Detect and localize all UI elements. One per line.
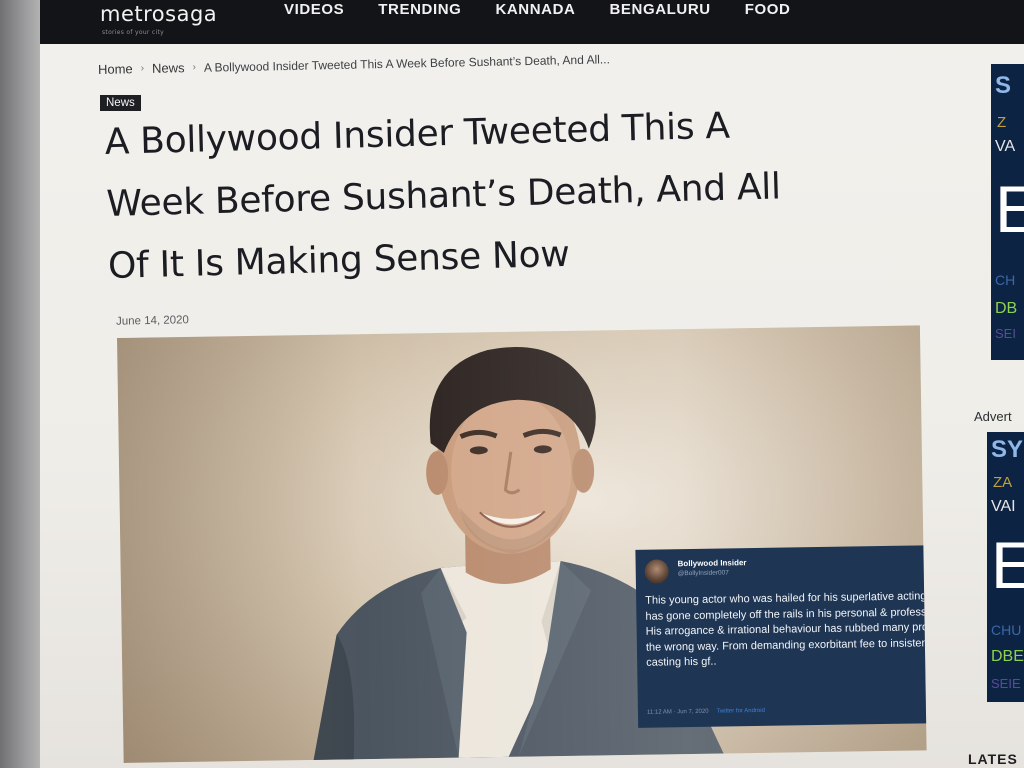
tweet-source-link[interactable]: Twitter for Android (717, 708, 765, 715)
nav-item-videos[interactable]: VIDEOS (284, 0, 344, 22)
tweet-text: This young actor who was hailed for his … (645, 590, 927, 669)
nav-item-kannada[interactable]: KANNADA (495, 0, 575, 22)
monitor-bezel (0, 0, 44, 768)
ad-text: SEI (995, 326, 1016, 341)
breadcrumb-news[interactable]: News (152, 60, 185, 76)
sidebar-ad-bottom[interactable]: SY ZA VAI E CHU DBE SEIE (987, 432, 1024, 702)
chevron-right-icon: › (192, 61, 196, 74)
nav-item-trending[interactable]: TRENDING (378, 0, 461, 22)
nav-item-bengaluru[interactable]: BENGALURU (609, 0, 710, 22)
ad-text: CHU (991, 622, 1022, 638)
article-headline: A Bollywood Insider Tweeted This A Week … (104, 91, 929, 298)
nav-menu: VIDEOS TRENDING KANNADA BENGALURU FOOD (284, 0, 790, 22)
ad-text: DBE (991, 648, 1024, 665)
sidebar-ad-top[interactable]: S Z VA E CH DB SEI (991, 64, 1024, 360)
tweet-card: Bollywood Insider @BollyInsider007 ✕ Thi… (635, 544, 927, 728)
chevron-right-icon: › (140, 63, 145, 75)
breadcrumb-home[interactable]: Home (98, 61, 133, 77)
tweet-author-name: Bollywood Insider (677, 558, 747, 569)
ad-text: Z (997, 114, 1007, 131)
ad-text: E (995, 172, 1024, 246)
breadcrumb: Home › News › A Bollywood Insider Tweete… (98, 51, 610, 77)
featured-image: Bollywood Insider @BollyInsider007 ✕ Thi… (117, 325, 927, 763)
ad-text: SEIE (991, 676, 1021, 691)
tweet-meta: 11:12 AM · Jun 7, 2020 Twitter for Andro… (647, 708, 765, 716)
avatar (644, 559, 669, 584)
nav-item-food[interactable]: FOOD (745, 0, 791, 22)
ad-text: VA (995, 138, 1016, 155)
ad-text: CH (995, 272, 1016, 288)
headline-line: Of It Is Making Sense Now (107, 233, 571, 287)
publish-date: June 14, 2020 (115, 314, 190, 328)
tweet-timestamp: 11:12 AM · Jun 7, 2020 (646, 708, 709, 716)
ad-text: DB (995, 300, 1018, 317)
site-navbar: metrosaga stories of your city VIDEOS TR… (40, 0, 1024, 44)
headline-line: Week Before Sushant’s Death, And All (105, 166, 782, 225)
headline-line: A Bollywood Insider Tweeted This A (104, 105, 731, 163)
browser-viewport: metrosaga stories of your city VIDEOS TR… (40, 0, 1024, 768)
category-badge[interactable]: News (100, 95, 141, 111)
tweet-author-handle: @BollyInsider007 (677, 569, 729, 578)
advertisement-label: Advert (974, 409, 1012, 424)
ad-text: SY (991, 436, 1024, 463)
latest-section-heading: LATES (968, 751, 1018, 767)
ad-text: VAI (991, 498, 1016, 515)
site-logo[interactable]: metrosaga (100, 2, 217, 26)
ad-text: E (991, 528, 1024, 602)
site-tagline: stories of your city (102, 29, 164, 36)
breadcrumb-current: A Bollywood Insider Tweeted This A Week … (203, 51, 610, 75)
ad-text: S (995, 72, 1012, 99)
ad-text: ZA (993, 474, 1013, 491)
